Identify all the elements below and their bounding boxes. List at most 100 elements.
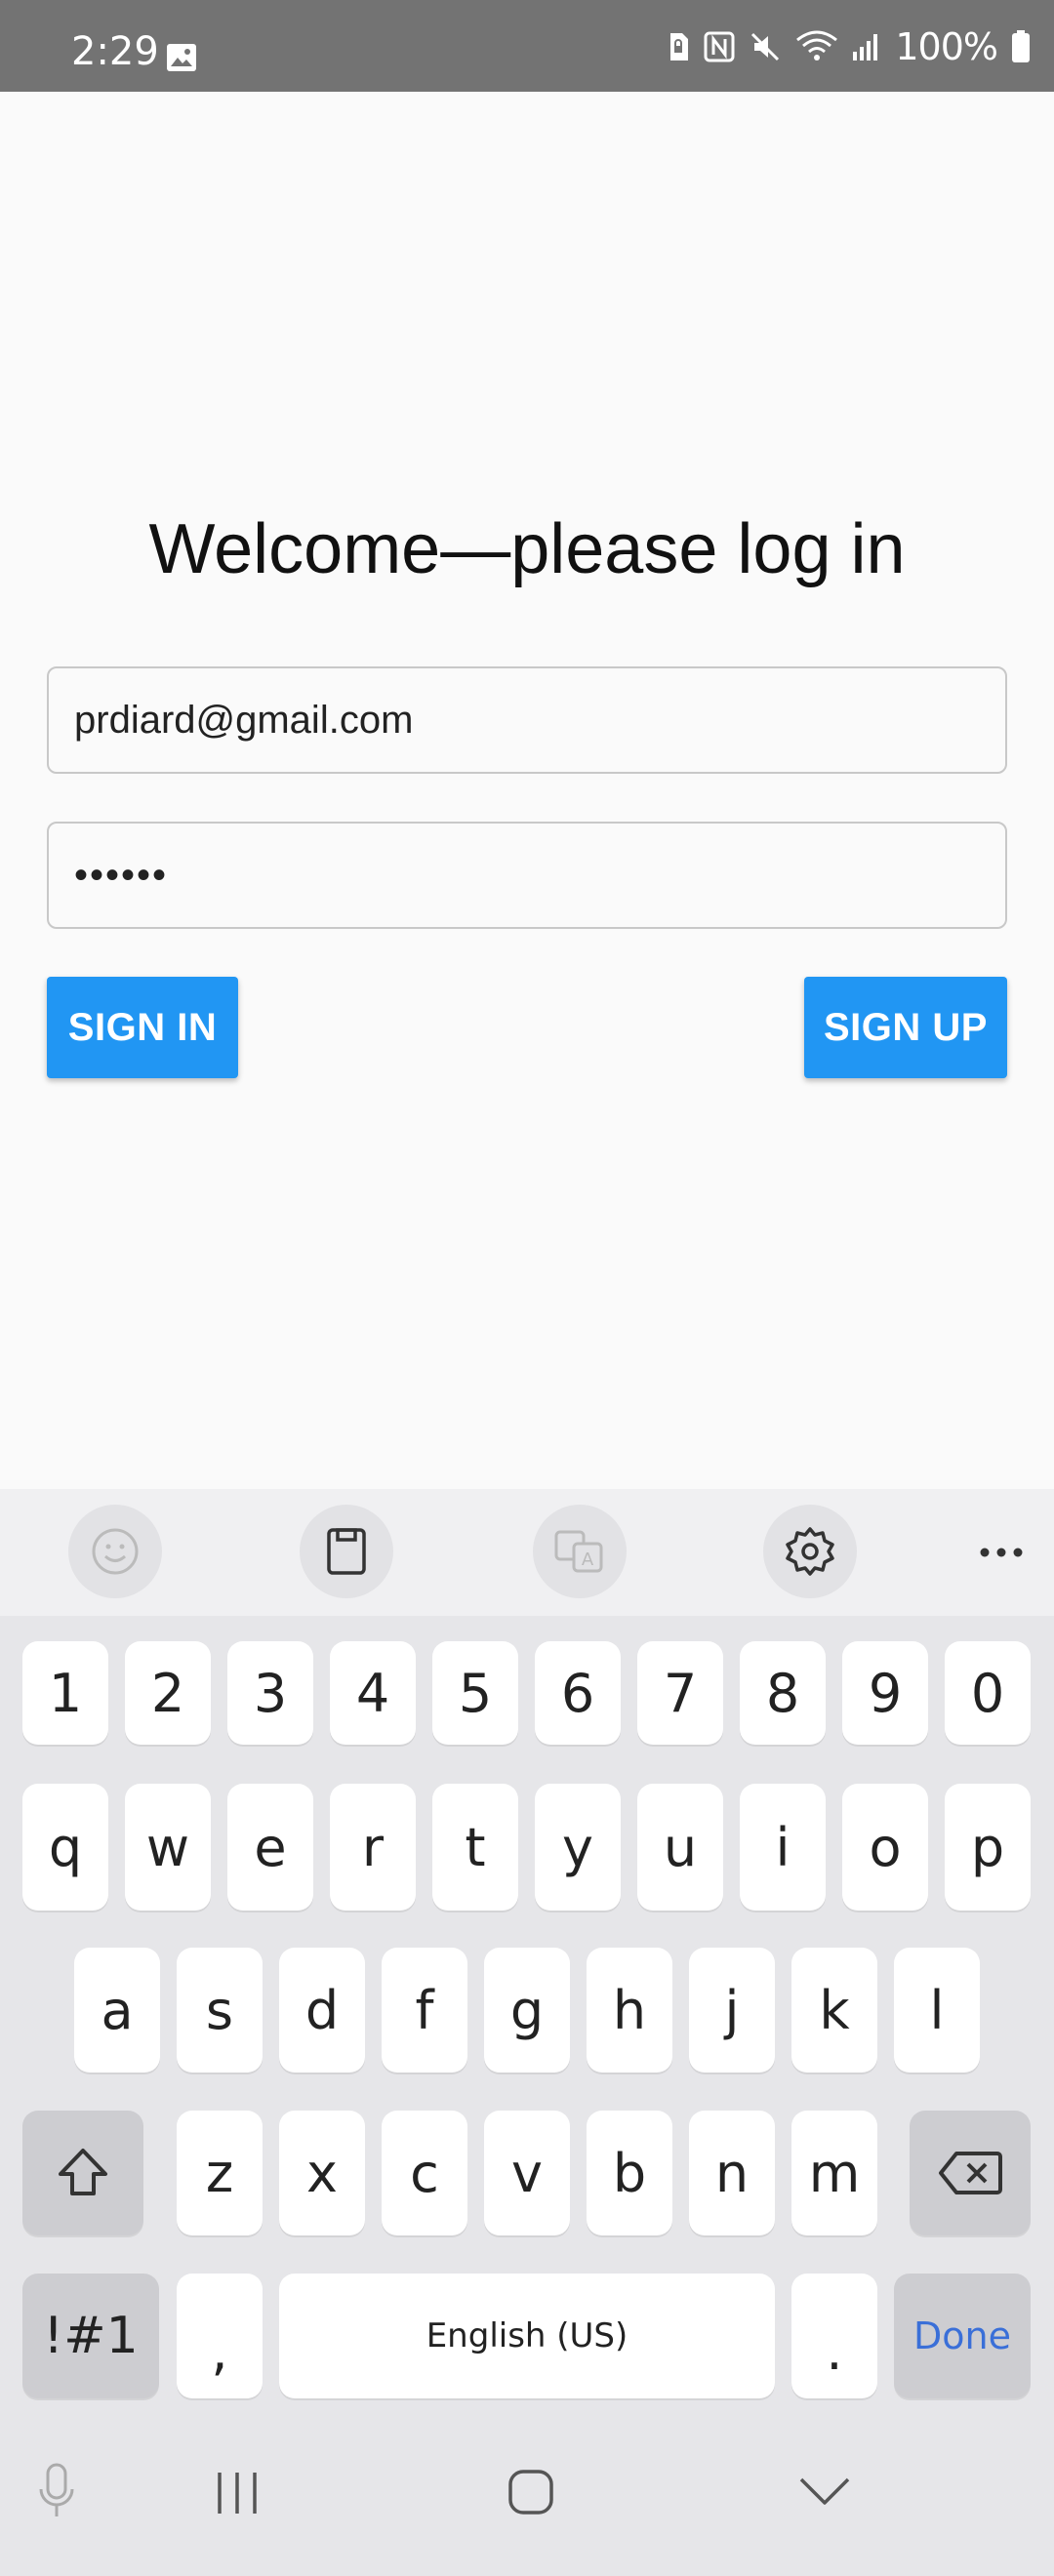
keyboard-toolbar: A xyxy=(0,1489,1054,1616)
key-t[interactable]: t xyxy=(432,1784,518,1911)
svg-text:A: A xyxy=(582,1550,594,1570)
space-key[interactable]: English (US) xyxy=(279,2274,775,2398)
key-6[interactable]: 6 xyxy=(535,1641,621,1745)
shift-icon xyxy=(59,2149,107,2195)
key-u[interactable]: u xyxy=(637,1784,723,1911)
more-icon xyxy=(980,1548,1023,1557)
key-label: w xyxy=(145,1816,190,1878)
key-label: u xyxy=(663,1816,698,1878)
key-label: n xyxy=(714,2142,750,2204)
key-7[interactable]: 7 xyxy=(637,1641,723,1745)
key-4[interactable]: 4 xyxy=(330,1641,416,1745)
backspace-key[interactable] xyxy=(910,2111,1031,2235)
voice-input-button[interactable] xyxy=(25,2457,88,2525)
key-label: 4 xyxy=(355,1662,390,1724)
symbols-key[interactable]: !#1 xyxy=(22,2274,159,2398)
comma-key[interactable]: , xyxy=(177,2274,263,2398)
hide-keyboard-button[interactable] xyxy=(790,2467,859,2516)
translate-button[interactable]: A xyxy=(533,1505,627,1598)
key-label: l xyxy=(929,1979,945,2041)
sign-in-button[interactable]: SIGN IN xyxy=(47,977,238,1078)
key-5[interactable]: 5 xyxy=(432,1641,518,1745)
key-label: English (US) xyxy=(426,2316,628,2355)
hide-keyboard-icon xyxy=(799,2477,850,2505)
clipboard-icon xyxy=(327,1528,366,1575)
home-icon xyxy=(508,2470,553,2515)
key-s[interactable]: s xyxy=(177,1948,263,2073)
email-input[interactable] xyxy=(49,668,1005,772)
key-label: q xyxy=(48,1816,83,1878)
key-label: , xyxy=(211,2319,228,2382)
key-label: m xyxy=(808,2142,861,2204)
sign-up-button[interactable]: SIGN UP xyxy=(804,977,1007,1078)
key-2[interactable]: 2 xyxy=(125,1641,211,1745)
key-m[interactable]: m xyxy=(791,2111,877,2235)
signal-icon xyxy=(853,34,878,60)
recents-icon xyxy=(218,2473,257,2514)
sim-lock-icon xyxy=(670,33,689,60)
key-b[interactable]: b xyxy=(587,2111,672,2235)
key-8[interactable]: 8 xyxy=(740,1641,826,1745)
key-k[interactable]: k xyxy=(791,1948,877,2073)
more-button[interactable] xyxy=(972,1528,1031,1577)
key-label: c xyxy=(410,2142,439,2204)
key-e[interactable]: e xyxy=(227,1784,313,1911)
key-label: h xyxy=(612,1979,647,2041)
key-label: p xyxy=(970,1816,1005,1878)
email-field[interactable] xyxy=(47,666,1007,774)
emoji-icon xyxy=(92,1528,139,1575)
key-label: s xyxy=(205,1979,234,2041)
key-label: v xyxy=(511,2142,543,2204)
nfc-icon xyxy=(704,31,735,62)
key-d[interactable]: d xyxy=(279,1948,365,2073)
key-label: y xyxy=(562,1816,593,1878)
key-label: 6 xyxy=(560,1662,595,1724)
emoji-button[interactable] xyxy=(68,1505,162,1598)
key-w[interactable]: w xyxy=(125,1784,211,1911)
keyboard: 1 2 3 4 5 6 7 8 9 0 q w e r t y u i o p … xyxy=(0,1616,1054,2408)
key-a[interactable]: a xyxy=(74,1948,160,2073)
key-q[interactable]: q xyxy=(22,1784,108,1911)
key-label: 5 xyxy=(458,1662,493,1724)
key-0[interactable]: 0 xyxy=(945,1641,1031,1745)
keyboard-settings-button[interactable] xyxy=(763,1505,857,1598)
password-field[interactable] xyxy=(47,822,1007,929)
key-z[interactable]: z xyxy=(177,2111,263,2235)
key-r[interactable]: r xyxy=(330,1784,416,1911)
period-key[interactable]: . xyxy=(791,2274,877,2398)
key-j[interactable]: j xyxy=(689,1948,775,2073)
key-o[interactable]: o xyxy=(842,1784,928,1911)
password-input[interactable] xyxy=(49,824,1005,927)
key-label: x xyxy=(306,2142,338,2204)
key-c[interactable]: c xyxy=(382,2111,467,2235)
recents-button[interactable] xyxy=(203,2461,271,2525)
battery-percent: 100% xyxy=(895,25,998,68)
key-3[interactable]: 3 xyxy=(227,1641,313,1745)
key-v[interactable]: v xyxy=(484,2111,570,2235)
clipboard-button[interactable] xyxy=(300,1505,393,1598)
key-1[interactable]: 1 xyxy=(22,1641,108,1745)
page-title: Welcome—please log in xyxy=(148,510,906,588)
key-label: d xyxy=(304,1979,340,2041)
key-label: Done xyxy=(913,2314,1011,2357)
key-l[interactable]: l xyxy=(894,1948,980,2073)
shift-key[interactable] xyxy=(22,2111,143,2235)
wifi-icon xyxy=(796,30,838,60)
done-key[interactable]: Done xyxy=(894,2274,1031,2398)
status-bar: 2:29 100% xyxy=(0,0,1054,92)
key-x[interactable]: x xyxy=(279,2111,365,2235)
key-label: a xyxy=(101,1979,134,2041)
key-n[interactable]: n xyxy=(689,2111,775,2235)
key-label: r xyxy=(361,1816,385,1878)
home-button[interactable] xyxy=(496,2457,566,2527)
key-y[interactable]: y xyxy=(535,1784,621,1911)
key-label: !#1 xyxy=(43,2307,139,2365)
key-g[interactable]: g xyxy=(484,1948,570,2073)
key-label: i xyxy=(775,1816,790,1878)
key-h[interactable]: h xyxy=(587,1948,672,2073)
key-9[interactable]: 9 xyxy=(842,1641,928,1745)
key-i[interactable]: i xyxy=(740,1784,826,1911)
key-label: 3 xyxy=(253,1662,288,1724)
key-f[interactable]: f xyxy=(382,1948,467,2073)
key-p[interactable]: p xyxy=(945,1784,1031,1911)
